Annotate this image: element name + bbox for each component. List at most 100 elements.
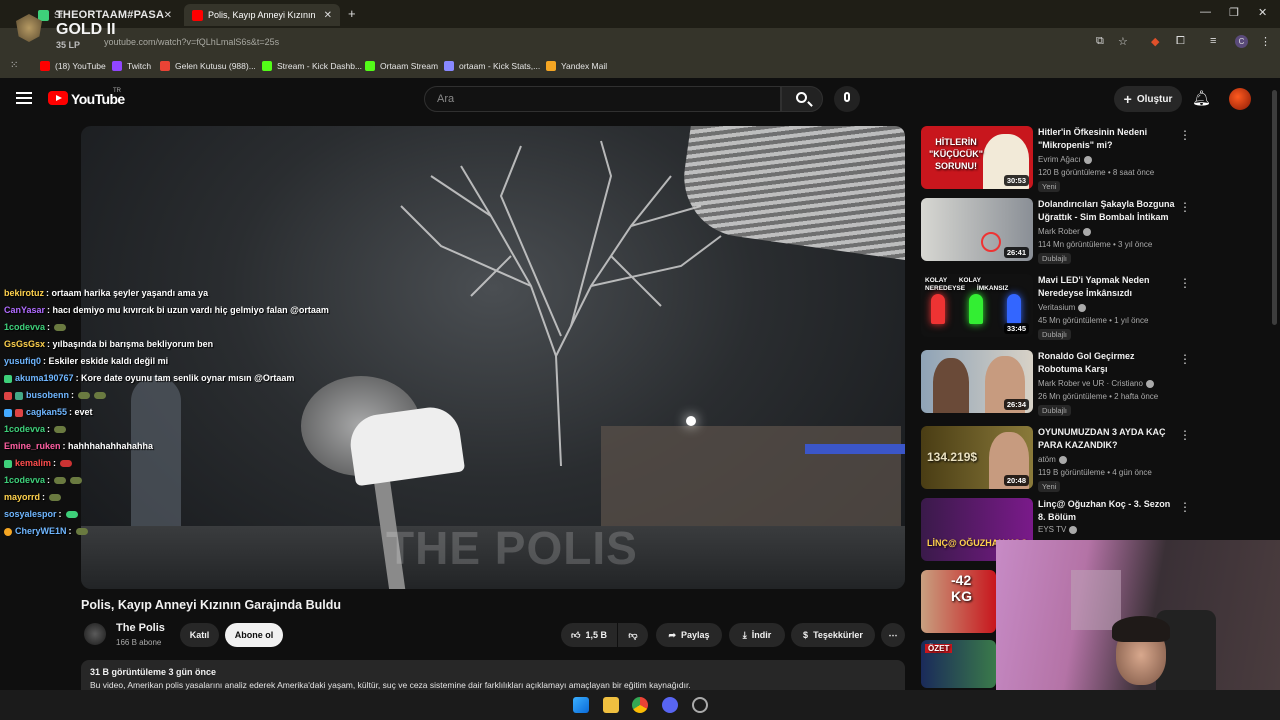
maximize-icon[interactable]: ❐ xyxy=(1229,6,1239,19)
discord-icon[interactable] xyxy=(662,697,678,713)
recommendation-channel[interactable]: EYS TV xyxy=(1038,525,1078,534)
more-options-icon[interactable]: ⋮ xyxy=(1179,128,1191,142)
video-thumbnail[interactable]: ÖZET xyxy=(921,640,996,688)
video-thumbnail[interactable]: 26:41 xyxy=(921,198,1033,261)
search-button[interactable] xyxy=(781,86,823,112)
voice-search-button[interactable] xyxy=(834,86,860,112)
recommendation-title[interactable]: Dolandırıcıları Şakayla Bozguna Uğrattık… xyxy=(1038,198,1178,224)
video-thumbnail[interactable]: -42 KG xyxy=(921,570,996,633)
extension-icon[interactable]: ◆ xyxy=(1151,35,1159,48)
video-thumbnail[interactable]: HİTLERİN "KÜÇÜCÜK" SORUNU! 30:53 xyxy=(921,126,1033,189)
download-button[interactable]: ⤓ İndir xyxy=(729,623,785,647)
bookmark-kick-stats[interactable]: ortaam - Kick Stats,... xyxy=(444,61,540,71)
emote-icon xyxy=(54,426,67,434)
recommendation-item[interactable]: HİTLERİN "KÜÇÜCÜK" SORUNU! 30:53 Hitler'… xyxy=(921,126,1196,192)
recommendation-item[interactable]: 26:41 Dolandırıcıları Şakayla Bozguna Uğ… xyxy=(921,198,1196,264)
avatar[interactable] xyxy=(1229,88,1251,110)
chrome-icon[interactable] xyxy=(632,697,648,713)
recommendation-item[interactable]: KOLAY KOLAY NEREDEYSE İMKANSIZ 33:45 Mav… xyxy=(921,274,1196,340)
install-app-icon[interactable]: ⧉ xyxy=(1096,35,1104,48)
chat-message: cagkan55: evet xyxy=(4,407,93,417)
bookmark-twitch[interactable]: Twitch xyxy=(112,61,151,71)
bookmark-yandex-mail[interactable]: Yandex Mail xyxy=(546,61,607,71)
subscribe-button[interactable]: Abone ol xyxy=(225,623,283,647)
like-button[interactable]: 👍︎ 1,5 B xyxy=(561,623,617,647)
video-thumbnail[interactable]: KOLAY KOLAY NEREDEYSE İMKANSIZ 33:45 xyxy=(921,274,1033,337)
verified-icon xyxy=(1083,155,1092,164)
chat-message: CanYasar: hacı demiyo mu kıvırcık bi uzu… xyxy=(4,305,329,315)
recommendation-channel[interactable]: Evrim Ağacı xyxy=(1038,155,1092,164)
recommendation-channel[interactable]: atöm xyxy=(1038,455,1067,464)
chat-text: : hacı demiyo mu kıvırcık bi uzun vardı … xyxy=(47,305,329,315)
recommendation-title[interactable]: Hitler'in Öfkesinin Nedeni "Mikropenis" … xyxy=(1038,126,1178,152)
recommendation-title[interactable]: OYUNUMUZDAN 3 AYDA KAÇ PARA KAZANDIK? xyxy=(1038,426,1178,452)
recommendation-meta: 26 Mn görüntüleme • 2 hafta önce xyxy=(1038,392,1159,401)
thumbnail-text: -42 KG xyxy=(951,572,972,604)
bookmark-label: (18) YouTube xyxy=(55,61,106,71)
minimize-icon[interactable]: — xyxy=(1200,6,1211,18)
app-icon[interactable] xyxy=(692,697,708,713)
chat-username: cagkan55 xyxy=(26,407,68,417)
channel-name[interactable]: The Polis xyxy=(116,622,165,634)
video-thumbnail[interactable]: 134.219$ 20:48 xyxy=(921,426,1033,489)
hamburger-menu-icon[interactable] xyxy=(16,92,32,104)
chat-text: : Eskiler eskide kaldı değil mi xyxy=(43,356,169,366)
more-actions-button[interactable]: ⋯ xyxy=(881,623,905,647)
thanks-label: Teşekkürler xyxy=(813,630,863,640)
bookmark-label: Ortaam Stream xyxy=(380,61,439,71)
apps-grid-icon[interactable]: ⁙ xyxy=(10,60,18,71)
recommendation-channel[interactable]: Veritasium xyxy=(1038,303,1087,312)
bookmark-gmail[interactable]: Gelen Kutusu (988)... xyxy=(160,61,256,71)
video-thumbnail[interactable]: 26:34 xyxy=(921,350,1033,413)
bookmark-kick-dashboard[interactable]: Stream - Kick Dashb... xyxy=(262,61,362,71)
recommendation-item[interactable]: 134.219$ 20:48 OYUNUMUZDAN 3 AYDA KAÇ PA… xyxy=(921,426,1196,492)
scrollbar[interactable] xyxy=(1272,90,1277,325)
tab-active[interactable]: Polis, Kayıp Anneyi Kızının Garaj ✕ xyxy=(184,4,340,26)
bookmark-ortaam-stream[interactable]: Ortaam Stream xyxy=(365,61,438,71)
recommendation-channel[interactable]: Mark Rober xyxy=(1038,227,1091,236)
more-options-icon[interactable]: ⋮ xyxy=(1179,428,1191,442)
recommendation-title[interactable]: Linç@ Oğuzhan Koç - 3. Sezon 8. Bölüm xyxy=(1038,498,1178,524)
extensions-puzzle-icon[interactable]: ⧠ xyxy=(1176,35,1185,48)
bookmark-youtube[interactable]: (18) YouTube xyxy=(40,61,106,71)
recommendation-title[interactable]: Mavi LED'i Yapmak Neden Neredeyse İmkâns… xyxy=(1038,274,1178,300)
youtube-header: YouTube TR Ara + Oluştur 🔔︎ xyxy=(0,80,1280,118)
more-options-icon[interactable]: ⋮ xyxy=(1179,276,1191,290)
search-input[interactable]: Ara xyxy=(424,86,781,112)
rank-player-name: THEORTAAM#PASA xyxy=(56,9,165,21)
profile-avatar-icon[interactable]: C xyxy=(1235,35,1248,48)
thanks-button[interactable]: $ Teşekkürler xyxy=(791,623,875,647)
channel-avatar[interactable] xyxy=(84,623,106,645)
media-control-icon[interactable]: ≡ xyxy=(1210,35,1216,47)
windows-start-icon[interactable] xyxy=(573,697,589,713)
close-window-icon[interactable]: ✕ xyxy=(1258,6,1267,19)
join-button[interactable]: Katıl xyxy=(180,623,219,647)
chat-message: sosyalespor: xyxy=(4,509,78,519)
dislike-button[interactable]: 👎︎ xyxy=(618,623,648,647)
mail-icon xyxy=(546,61,556,71)
channel-label: atöm xyxy=(1038,455,1056,464)
recommendation-item[interactable]: 26:34 Ronaldo Gol Geçirmez Robotuma Karş… xyxy=(921,350,1196,416)
new-tab-button[interactable]: + xyxy=(348,6,356,21)
bookmark-label: Gelen Kutusu (988)... xyxy=(175,61,256,71)
dubbed-badge: Dublajlı xyxy=(1038,329,1072,340)
video-player[interactable]: THE POLIS xyxy=(81,126,905,589)
kick-icon xyxy=(262,61,272,71)
new-badge: Yeni xyxy=(1038,181,1061,192)
youtube-logo-icon[interactable] xyxy=(48,91,68,105)
more-options-icon[interactable]: ⋮ xyxy=(1179,200,1191,214)
verified-icon xyxy=(1082,227,1091,236)
more-options-icon[interactable]: ⋮ xyxy=(1179,500,1191,514)
recommendation-channel[interactable]: Mark Rober ve UR · Cristiano xyxy=(1038,379,1154,388)
browser-menu-icon[interactable]: ⋮ xyxy=(1260,35,1271,48)
bookmark-star-icon[interactable]: ☆ xyxy=(1118,35,1128,48)
notifications-bell-icon[interactable]: 🔔︎ xyxy=(1192,89,1211,107)
create-button[interactable]: + Oluştur xyxy=(1114,86,1182,112)
verified-icon xyxy=(1069,525,1078,534)
video-title: Polis, Kayıp Anneyi Kızının Garajında Bu… xyxy=(81,598,341,612)
more-options-icon[interactable]: ⋮ xyxy=(1179,352,1191,366)
recommendation-title[interactable]: Ronaldo Gol Geçirmez Robotuma Karşı xyxy=(1038,350,1178,376)
close-tab-icon[interactable]: ✕ xyxy=(324,10,332,21)
share-button[interactable]: ➦ Paylaş xyxy=(656,623,722,647)
file-explorer-icon[interactable] xyxy=(603,697,619,713)
